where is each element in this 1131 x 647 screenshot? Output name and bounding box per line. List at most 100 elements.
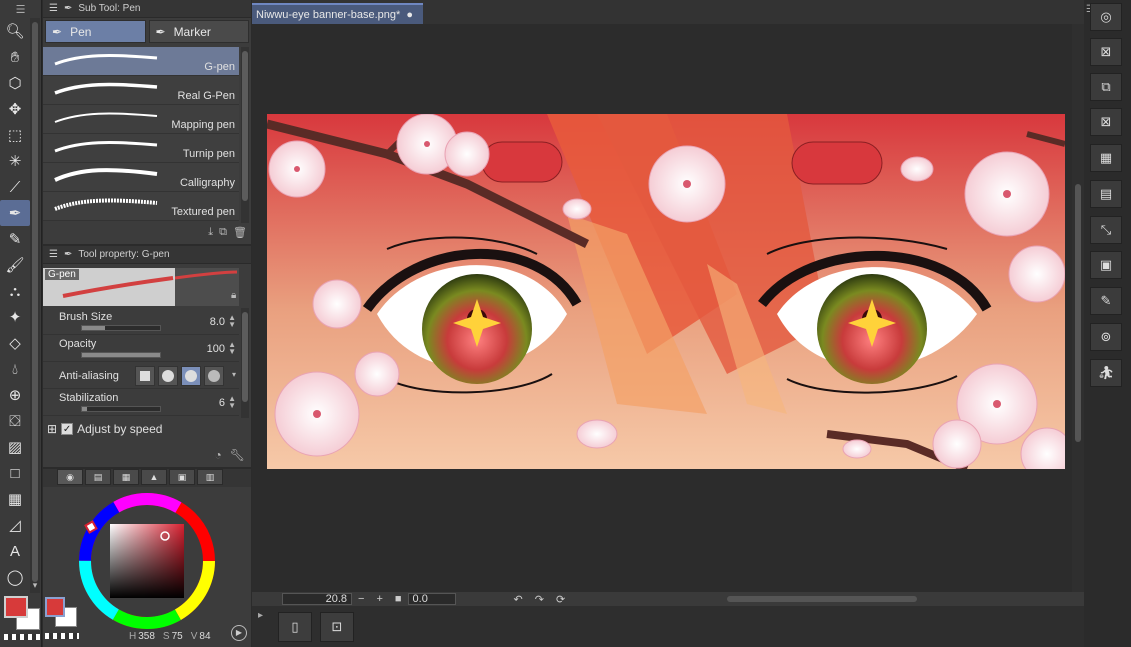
brush-size-row[interactable]: Brush Size 8.0 ▲ ▼ [43,308,239,335]
navigator-icon[interactable]: ▯ [278,612,312,642]
edit-icon[interactable]: ✎ [1090,287,1122,315]
frame-tool-icon[interactable]: ▦ [0,486,30,512]
save-icon[interactable]: ▣ [1090,251,1122,279]
reset-rotation-icon[interactable]: ⟳ [556,593,565,606]
main-color-swatch[interactable] [45,597,65,617]
fill-tool-icon[interactable]: ⊕ [0,382,30,408]
expand-icon[interactable]: ▸ [258,610,263,621]
rotation-value[interactable]: 0.0 [413,593,428,605]
zoom-out-icon[interactable]: − [358,593,364,605]
tab-marker[interactable]: ✒︎ Marker [148,20,249,43]
canvas-viewport[interactable] [252,24,1072,592]
bucket-tool-icon[interactable]: ⛋ [0,408,30,434]
color-history-tab-icon[interactable]: ▥ [197,469,223,485]
brush-size-slider[interactable] [81,325,161,331]
duplicate-icon[interactable]: ⧉ [219,226,227,239]
opacity-slider[interactable] [81,352,161,358]
spin-icon[interactable]: ▲ ▼ [228,395,236,410]
brush-item-textured-pen[interactable]: Textured pen [43,192,239,221]
canvas-horizontal-scrollbar[interactable] [582,594,1062,604]
brush-size-value[interactable]: 8.0 [210,316,225,328]
adjust-by-speed-checkbox[interactable]: ✓ [61,423,74,435]
import-icon[interactable]: ⤓ [208,226,213,239]
ruler-tool-icon[interactable]: ◿ [0,512,30,538]
copy-icon[interactable]: ⧉ [1090,73,1122,101]
subtool-scrollbar[interactable] [241,47,249,223]
blend-tool-icon[interactable]: 💧︎ [0,356,30,382]
decoration-tool-icon[interactable]: ✦ [0,304,30,330]
zoom-value[interactable]: 20.8 [326,593,347,605]
color-wheel-tab-icon[interactable]: ◉ [57,469,83,485]
chevron-down-icon[interactable]: ▾ [232,371,236,379]
rotation-field[interactable]: 0.0 [407,593,456,605]
gradient-tool-icon[interactable]: ▨ [0,434,30,460]
adjust-by-speed-row[interactable]: ⊞ ✓ Adjust by speed [47,422,162,436]
tab-pen[interactable]: ✒︎ Pen [45,20,146,43]
aa-medium-icon[interactable] [181,366,201,386]
transparent-color-swatch[interactable] [45,633,79,639]
opacity-row[interactable]: Opacity 100 ▲ ▼ [43,335,239,362]
airbrush-tool-icon[interactable]: ⛬ [0,278,30,304]
balloon-tool-icon[interactable]: ◯ [0,564,30,590]
brush-item-calligraphy[interactable]: Calligraphy [43,163,239,192]
pen-tool-icon[interactable]: ✒︎ [0,200,30,226]
cut-icon[interactable]: ⊠ [1090,108,1122,136]
transform-icon[interactable]: ⤡ [1090,216,1122,244]
brush-item-real-g-pen[interactable]: Real G-Pen [43,76,239,105]
color-swatches[interactable] [2,594,42,644]
brush-tool-icon[interactable]: 🖌︎ [0,252,30,278]
stabilization-slider[interactable] [81,406,161,412]
move-layer-tool-icon[interactable]: ✥ [0,96,30,122]
color-set-tab-icon[interactable]: ▦ [113,469,139,485]
zoom-in-icon[interactable]: + [376,593,382,605]
clear-icon[interactable]: ⊠ [1090,38,1122,66]
aa-strong-icon[interactable] [204,366,224,386]
brush-item-turnip-pen[interactable]: Turnip pen [43,134,239,163]
material-icon[interactable]: ⊚ [1090,323,1122,351]
lock-icon[interactable]: 🔒︎ [231,290,236,301]
expand-icon[interactable]: ⊞ [47,422,57,436]
selection-tool-icon[interactable]: ⬚ [0,122,30,148]
menu-icon[interactable]: ☰ [49,3,58,14]
canvas-fit-icon[interactable]: ⊡ [320,612,354,642]
brush-item-mapping-pen[interactable]: Mapping pen [43,105,239,134]
tool-palette-grip[interactable]: ☰ [0,0,41,18]
paste-icon[interactable]: ▦ [1090,144,1122,172]
layer-icon[interactable]: ▤ [1090,180,1122,208]
canvas-vertical-scrollbar[interactable] [1072,24,1084,592]
color-slider-tab-icon[interactable]: ▤ [85,469,111,485]
rotate-right-icon[interactable]: ↷ [535,593,544,606]
spin-icon[interactable]: ▲ ▼ [228,341,236,356]
search-icon[interactable]: ◎ [1090,3,1122,31]
pencil-tool-icon[interactable]: ✎ [0,226,30,252]
approximate-color-tab-icon[interactable]: ▣ [169,469,195,485]
stabilization-row[interactable]: Stabilization 6 ▲ ▼ [43,389,239,416]
tool-palette-scrollbar[interactable] [30,18,40,593]
pose-icon[interactable]: ⛹︎ [1090,359,1122,387]
modified-dot-icon[interactable]: ● [406,9,413,21]
intermediate-color-tab-icon[interactable]: ▲ [141,469,167,485]
brush-item-g-pen[interactable]: G-pen [43,47,239,76]
stabilization-value[interactable]: 6 [219,397,225,409]
document-tab[interactable]: Niwwu-eye banner-base.png* ● [252,3,423,24]
operation-tool-icon[interactable]: ⬡ [0,70,30,96]
aa-none-icon[interactable] [135,366,155,386]
menu-icon[interactable]: ☰ [49,249,58,260]
main-color-swatch[interactable] [4,596,28,618]
spin-icon[interactable]: ▲ ▼ [228,314,236,329]
eyedropper-tool-icon[interactable]: ⟋ [0,174,30,200]
zoom-tool-icon[interactable]: 🔍︎ [0,18,30,44]
rotate-left-icon[interactable]: ↶ [514,593,523,606]
color-panel-swatches[interactable] [43,595,83,641]
text-tool-icon[interactable]: A [0,538,30,564]
artwork-canvas[interactable] [267,114,1065,469]
transparent-color-swatch[interactable] [4,634,40,640]
chevron-down-icon[interactable]: ▾ [30,580,40,592]
eraser-tool-icon[interactable]: ◇ [0,330,30,356]
color-mode-icon[interactable]: ▶ [231,625,247,641]
figure-tool-icon[interactable]: □ [0,460,30,486]
tool-property-scrollbar[interactable] [241,308,249,418]
aa-weak-icon[interactable] [158,366,178,386]
hand-tool-icon[interactable]: ✋︎ [0,44,30,70]
trash-icon[interactable]: 🗑︎ [233,226,247,239]
